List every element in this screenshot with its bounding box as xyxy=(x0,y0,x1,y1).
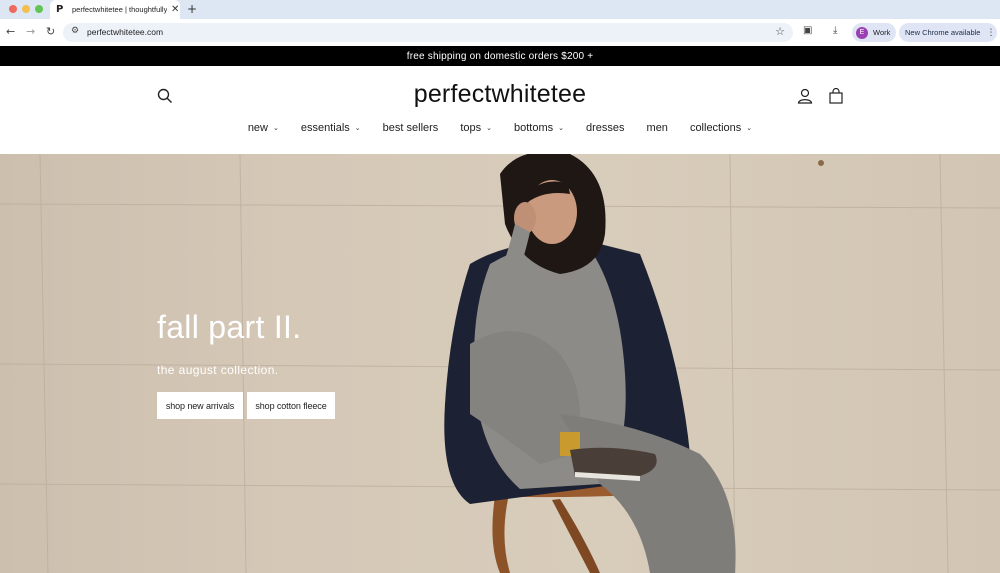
nav-item-tops[interactable]: tops ⌄ xyxy=(460,122,492,134)
nav-item-men[interactable]: men xyxy=(647,122,668,134)
hero-photo xyxy=(0,154,1000,573)
new-tab-button[interactable]: + xyxy=(187,2,197,16)
profile-label: Work xyxy=(873,28,891,37)
site-header: perfectwhitetee new ⌄ essentials ⌄ best se… xyxy=(0,66,1000,154)
browser-tab-strip: P perfectwhitetee | thoughtfully ✕ + xyxy=(0,0,1000,19)
nav-item-bottoms[interactable]: bottoms ⌄ xyxy=(514,122,564,134)
shop-cotton-fleece-button[interactable]: shop cotton fleece xyxy=(247,392,335,419)
chevron-down-icon: ⌄ xyxy=(486,124,492,132)
favicon-icon: P xyxy=(56,4,64,15)
minimize-window-button[interactable] xyxy=(22,5,30,13)
main-nav: new ⌄ essentials ⌄ best sellers tops ⌄ bott… xyxy=(0,122,1000,134)
url-text[interactable]: perfectwhitetee.com xyxy=(87,27,163,37)
bookmark-star-icon[interactable]: ☆ xyxy=(775,25,785,38)
hero-subheading: the august collection. xyxy=(157,363,279,377)
download-icon[interactable]: ⤓ xyxy=(833,25,837,36)
close-window-button[interactable] xyxy=(9,5,17,13)
shop-new-arrivals-button[interactable]: shop new arrivals xyxy=(157,392,243,419)
chevron-down-icon: ⌄ xyxy=(558,124,564,132)
browser-toolbar: ← → ↻ ⚙ perfectwhitetee.com ☆ ▣ ⤓ E Work… xyxy=(0,19,1000,46)
chevron-down-icon: ⌄ xyxy=(354,124,361,132)
avatar: E xyxy=(856,26,868,39)
tab-title: perfectwhitetee | thoughtfully xyxy=(72,5,167,14)
hero-banner[interactable]: fall part II. the august collection. sho… xyxy=(0,154,1000,573)
address-bar[interactable]: ⚙ perfectwhitetee.com ☆ xyxy=(63,23,793,42)
site-logo[interactable]: perfectwhitetee xyxy=(0,80,1000,109)
nav-item-new[interactable]: new ⌄ xyxy=(248,122,279,134)
hero-heading: fall part II. xyxy=(157,309,302,345)
close-tab-icon[interactable]: ✕ xyxy=(171,4,179,15)
nav-item-essentials[interactable]: essentials ⌄ xyxy=(301,122,361,134)
cart-icon[interactable] xyxy=(828,88,844,104)
cast-icon[interactable]: ▣ xyxy=(803,25,812,36)
reload-icon[interactable]: ↻ xyxy=(46,25,55,38)
account-icon[interactable] xyxy=(797,88,813,104)
nav-item-collections[interactable]: collections ⌄ xyxy=(690,122,752,134)
profile-button[interactable]: E Work xyxy=(852,23,896,42)
maximize-window-button[interactable] xyxy=(35,5,43,13)
forward-icon[interactable]: → xyxy=(26,25,35,38)
nav-item-best-sellers[interactable]: best sellers xyxy=(383,122,439,134)
site-settings-icon[interactable]: ⚙ xyxy=(71,26,79,36)
update-label: New Chrome available xyxy=(905,28,981,37)
chevron-down-icon: ⌄ xyxy=(273,124,279,132)
announcement-bar: free shipping on domestic orders $200 + xyxy=(0,46,1000,66)
announcement-text: free shipping on domestic orders $200 + xyxy=(406,50,594,62)
back-icon[interactable]: ← xyxy=(6,25,15,38)
more-menu-icon[interactable]: ⋮ xyxy=(986,28,995,38)
update-chrome-button[interactable]: New Chrome available ⋮ xyxy=(899,23,997,42)
chevron-down-icon: ⌄ xyxy=(746,124,753,132)
nav-item-dresses[interactable]: dresses xyxy=(586,122,625,134)
browser-tab[interactable]: P perfectwhitetee | thoughtfully ✕ xyxy=(50,0,180,19)
